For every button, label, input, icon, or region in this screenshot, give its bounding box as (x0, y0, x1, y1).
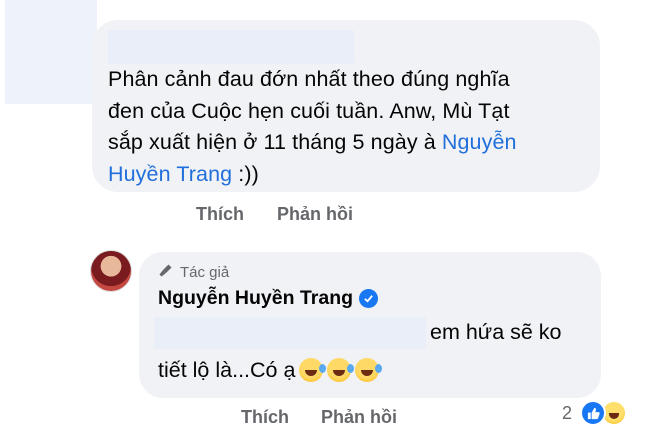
reply-like-button[interactable]: Thích (241, 407, 289, 428)
microphone-icon (158, 262, 174, 282)
comment-line-3-text: sắp xuất hiện ở 11 tháng 5 ngày à (108, 130, 442, 154)
avatar[interactable] (90, 250, 132, 292)
mention-redacted (154, 317, 426, 349)
author-badge-label: Tác giả (180, 263, 230, 281)
like-reaction-icon (580, 400, 606, 426)
comment-like-button[interactable]: Thích (196, 204, 244, 225)
comment-line-1: Phân cảnh đau đớn nhất theo đúng nghĩa (108, 67, 510, 91)
rofl-emoji-icon (355, 358, 383, 382)
commenter-name-redacted (108, 30, 354, 64)
mention-link-part2[interactable]: Huyền Trang (108, 162, 232, 186)
comment-line-2: đen của Cuộc hẹn cuối tuần. Anw, Mù Tạt (108, 98, 510, 123)
rofl-emoji-icon (327, 358, 355, 382)
rofl-emoji-icon (299, 358, 327, 382)
reply-text-line-2-text: tiết lộ là...Có ạ (158, 358, 296, 382)
verified-check-icon (359, 289, 379, 308)
mention-link-part1[interactable]: Nguyễn (442, 130, 517, 154)
reactions-summary[interactable] (580, 400, 640, 428)
comment-line-3: sắp xuất hiện ở 11 tháng 5 ngày à Nguyễn (108, 127, 593, 159)
reply-author-name-text[interactable]: Nguyễn Huyền Trang (158, 287, 353, 310)
author-badge: Tác giả (158, 262, 229, 282)
comment-line-4-text: :)) (232, 161, 259, 186)
commenter-avatar-redacted (5, 0, 97, 104)
comment-line-4: Huyền Trang :)) (108, 159, 593, 191)
comment-reply-button[interactable]: Phản hồi (277, 204, 353, 225)
reply-author-name[interactable]: Nguyễn Huyền Trang (158, 287, 379, 310)
reply-text-line-2: tiết lộ là...Có ạ (158, 356, 383, 384)
comment-text: Phân cảnh đau đớn nhất theo đúng nghĩa đ… (108, 64, 593, 190)
reply-reply-button[interactable]: Phản hồi (321, 407, 397, 428)
reply-text-line-1: em hứa sẽ ko (430, 320, 562, 344)
reaction-count[interactable]: 2 (562, 403, 572, 424)
